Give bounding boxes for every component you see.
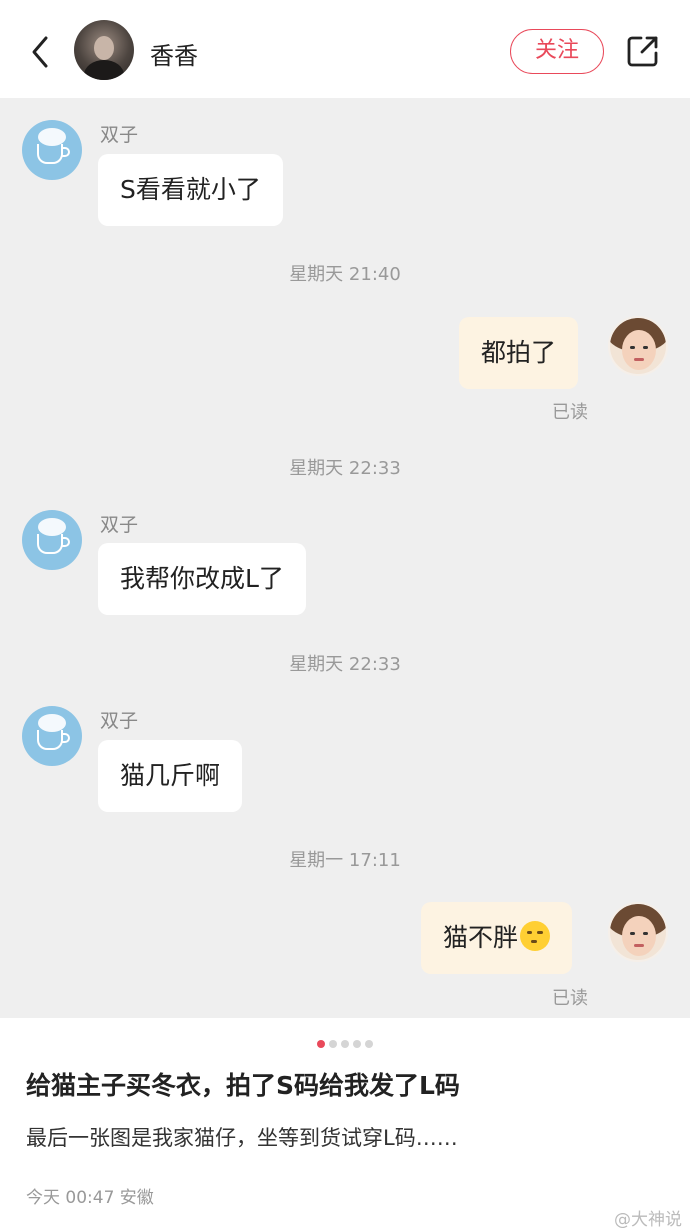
sender-avatar xyxy=(22,120,82,180)
sender-avatar xyxy=(22,510,82,570)
carousel-dot[interactable] xyxy=(317,1040,325,1048)
post-meta: 今天 00:47 安徽 xyxy=(26,1188,154,1208)
message-timestamp: 星期天 21:40 xyxy=(289,264,401,285)
carousel-dot[interactable] xyxy=(341,1040,349,1048)
header-avatar[interactable] xyxy=(74,20,134,80)
my-avatar xyxy=(608,902,668,962)
sent-message-text: 猫不胖 xyxy=(443,923,519,952)
carousel-dot[interactable] xyxy=(329,1040,337,1048)
watermark: @大神说 xyxy=(614,1210,682,1230)
received-message-bubble: 猫几斤啊 xyxy=(98,740,243,812)
carousel-dot[interactable] xyxy=(365,1040,373,1048)
chat-screenshot: 双子 S看看就小了 星期天 21:40 都拍了 已读 星期天 22:33 双子 … xyxy=(0,98,690,1018)
header-username[interactable]: 香香 xyxy=(150,36,198,71)
sender-name: 双子 xyxy=(100,514,139,536)
follow-button[interactable]: 关注 xyxy=(510,29,604,74)
received-message-bubble: S看看就小了 xyxy=(98,154,283,226)
sender-name: 双子 xyxy=(100,124,139,146)
received-message-bubble: 我帮你改成L了 xyxy=(98,543,306,615)
sender-name: 双子 xyxy=(100,710,139,732)
post-title: 给猫主子买冬衣，拍了S码给我发了L码 xyxy=(26,1071,460,1100)
sent-message-bubble: 猫不胖 xyxy=(421,902,573,974)
sender-avatar xyxy=(22,706,82,766)
chat-header: 香香 关注 xyxy=(0,0,690,98)
post-description: 最后一张图是我家猫仔，坐等到货试穿L码…… xyxy=(26,1126,458,1150)
back-arrow-icon[interactable] xyxy=(26,32,56,72)
thinking-face-emoji-icon xyxy=(520,921,551,951)
my-avatar xyxy=(608,316,668,376)
read-status: 已读 xyxy=(552,402,588,423)
message-timestamp: 星期一 17:11 xyxy=(289,850,401,871)
carousel-indicator[interactable] xyxy=(0,1033,690,1048)
message-timestamp: 星期天 22:33 xyxy=(289,654,401,675)
message-timestamp: 星期天 22:33 xyxy=(289,458,401,479)
share-icon[interactable] xyxy=(626,34,660,68)
sent-message-bubble: 都拍了 xyxy=(459,317,579,389)
read-status: 已读 xyxy=(552,988,588,1009)
carousel-dot[interactable] xyxy=(353,1040,361,1048)
